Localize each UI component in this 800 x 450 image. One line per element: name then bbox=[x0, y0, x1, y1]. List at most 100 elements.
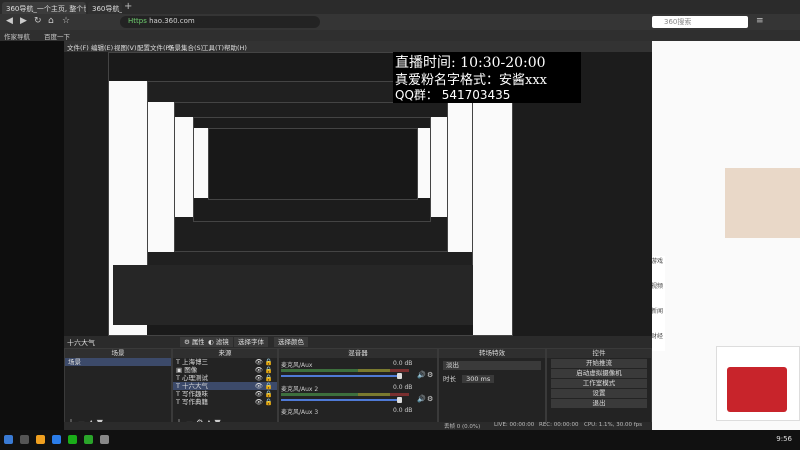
visibility-lock-icons[interactable]: 👁 🔒 bbox=[255, 374, 277, 382]
source-item[interactable]: ▣ 图像 👁 🔒 bbox=[173, 366, 277, 374]
sources-title: 来源 bbox=[173, 349, 277, 358]
source-item-label: 上海博三 bbox=[182, 358, 209, 366]
page-strip bbox=[148, 102, 174, 252]
menu-help[interactable]: 帮助(H) bbox=[224, 42, 247, 52]
channel-db: 0.0 dB bbox=[393, 407, 413, 414]
volume-slider[interactable] bbox=[281, 375, 401, 377]
menu-icon[interactable]: ≡ bbox=[756, 16, 764, 26]
filters-button[interactable]: ◐ 滤镜 bbox=[204, 337, 233, 347]
new-tab-button[interactable]: + bbox=[124, 1, 132, 12]
overlay-qq-group: QQ群： 541703435 bbox=[395, 88, 511, 102]
obs-icon[interactable] bbox=[100, 435, 109, 444]
volume-knob[interactable] bbox=[397, 373, 402, 379]
visibility-lock-icons[interactable]: 👁 🔒 bbox=[255, 390, 277, 398]
scenes-dock: 场景 场景 ＋ － ▲ ▼ bbox=[64, 348, 172, 430]
duration-label: 时长 bbox=[443, 375, 456, 383]
forward-icon[interactable]: ▶ bbox=[20, 16, 27, 26]
mixer-channel: 麦克风/Aux 2 0.0 dB 🔊 ⚙ bbox=[281, 384, 436, 406]
side-link[interactable]: 游戏 bbox=[651, 256, 665, 265]
gear-icon: ⚙ bbox=[184, 338, 192, 346]
browser-360-icon[interactable] bbox=[84, 435, 93, 444]
start-streaming-button[interactable]: 开始推流 bbox=[551, 359, 647, 368]
visibility-lock-icons[interactable]: 👁 🔒 bbox=[255, 358, 277, 366]
menu-edit[interactable]: 编辑(E) bbox=[91, 42, 113, 52]
source-item-label: 心理测试 bbox=[182, 374, 209, 382]
duration-row: 时长 300 ms bbox=[443, 373, 541, 383]
back-icon[interactable]: ◀ bbox=[6, 16, 13, 26]
side-link[interactable]: 财经 bbox=[651, 331, 665, 340]
obs-docks: 场景 场景 ＋ － ▲ ▼ 来源 T 上海博三👁 🔒 ▣ 图像👁 🔒 T 心理测… bbox=[64, 348, 652, 430]
visibility-lock-icons[interactable]: 👁 🔒 bbox=[255, 382, 277, 390]
settings-button[interactable]: 设置 bbox=[551, 389, 647, 398]
page-strip bbox=[194, 128, 208, 198]
volume-knob[interactable] bbox=[397, 397, 402, 403]
product-image bbox=[727, 367, 787, 412]
source-item[interactable]: T 写作典籍 👁 🔒 bbox=[173, 398, 277, 406]
menu-file[interactable]: 文件(F) bbox=[67, 42, 89, 52]
right-webpage: 游戏 视频 新闻 财经 bbox=[651, 41, 800, 430]
refresh-icon[interactable]: ↻ bbox=[34, 16, 42, 26]
duration-input[interactable]: 300 ms bbox=[462, 375, 495, 383]
properties-label: 属性 bbox=[191, 338, 205, 346]
start-virtual-camera-button[interactable]: 启动虚拟摄像机 bbox=[551, 369, 647, 378]
photo-thumbnail[interactable] bbox=[725, 168, 800, 238]
mixer-dock: 混音器 麦克风/Aux 0.0 dB 🔊 ⚙ 麦克风/Aux 2 0.0 dB … bbox=[278, 348, 438, 430]
bookmark-item[interactable]: 作家导航 bbox=[4, 31, 30, 41]
menu-view[interactable]: 视图(V) bbox=[114, 42, 137, 52]
menu-scene-collection[interactable]: 场景集合(S) bbox=[168, 42, 203, 52]
obs-menu-bar: 文件(F) 编辑(E) 视图(V) 配置文件(P) 场景集合(S) 工具(T) … bbox=[64, 41, 652, 52]
app-icon[interactable] bbox=[52, 435, 61, 444]
exit-button[interactable]: 退出 bbox=[551, 399, 647, 408]
home-icon[interactable]: ⌂ bbox=[48, 16, 54, 26]
scene-item[interactable]: 场景 bbox=[65, 358, 171, 366]
wechat-icon[interactable] bbox=[68, 435, 77, 444]
obs-status-bar: 丢帧 0 (0.0%) LIVE: 00:00:00 REC: 00:00:00… bbox=[64, 422, 652, 430]
ad-card[interactable] bbox=[716, 346, 800, 421]
transition-select[interactable]: 淡出 bbox=[443, 361, 541, 370]
gear-icon[interactable]: ⚙ bbox=[427, 395, 433, 403]
search-input[interactable]: 360搜索 bbox=[652, 16, 748, 28]
source-item-label: 写作典籍 bbox=[182, 398, 209, 406]
select-color-button[interactable]: 选择颜色 bbox=[274, 337, 308, 347]
filter-icon: ◐ bbox=[208, 338, 216, 346]
url-input[interactable]: Https hao.360.com bbox=[120, 16, 320, 28]
start-icon[interactable] bbox=[4, 435, 13, 444]
file-explorer-icon[interactable] bbox=[36, 435, 45, 444]
source-item[interactable]: T 十六大气 👁 🔒 bbox=[173, 382, 277, 390]
select-font-button[interactable]: 选择字体 bbox=[234, 337, 268, 347]
volume-slider[interactable] bbox=[281, 399, 401, 401]
channel-name: 麦克风/Aux 2 bbox=[281, 386, 319, 393]
speaker-icon[interactable]: 🔊 bbox=[417, 371, 426, 379]
studio-mode-button[interactable]: 工作室模式 bbox=[551, 379, 647, 388]
favorite-icon[interactable]: ☆ bbox=[62, 16, 70, 26]
page-strip bbox=[175, 117, 193, 217]
bookmark-item[interactable]: 百度一下 bbox=[44, 31, 70, 41]
page-strip bbox=[418, 128, 430, 198]
visibility-lock-icons[interactable]: 👁 🔒 bbox=[255, 366, 277, 374]
scenes-title: 场景 bbox=[65, 349, 171, 358]
sources-dock: 来源 T 上海博三 👁 🔒 ▣ 图像 👁 🔒 T 心理测试 👁 🔒 T 十六大气 👁 🔒… bbox=[172, 348, 278, 430]
gear-icon[interactable]: ⚙ bbox=[427, 371, 433, 379]
page-strip bbox=[431, 117, 447, 217]
filters-label: 滤镜 bbox=[215, 338, 229, 346]
current-source-label: 十六大气 bbox=[67, 339, 95, 347]
side-link[interactable]: 新闻 bbox=[651, 306, 665, 315]
source-item[interactable]: T 心理测试 👁 🔒 bbox=[173, 374, 277, 382]
browser-tab-2[interactable]: 360导航_一个主页, 整个世界 bbox=[88, 2, 122, 14]
menu-profile[interactable]: 配置文件(P) bbox=[137, 42, 172, 52]
source-item[interactable]: T 写作趣味 👁 🔒 bbox=[173, 390, 277, 398]
source-item-label: 十六大气 bbox=[182, 382, 209, 390]
volume-meter bbox=[281, 393, 409, 396]
visibility-lock-icons[interactable]: 👁 🔒 bbox=[255, 398, 277, 406]
obs-preview[interactable]: 直播时间: 10:30-20:00 真爱粉名字格式：安酱xxx QQ群： 541… bbox=[64, 52, 652, 377]
preview-level-3 bbox=[174, 102, 448, 252]
source-item[interactable]: T 上海博三 👁 🔒 bbox=[173, 358, 277, 366]
windows-taskbar: 9:56 bbox=[0, 430, 800, 450]
menu-tools[interactable]: 工具(T) bbox=[202, 42, 224, 52]
speaker-icon[interactable]: 🔊 bbox=[417, 395, 426, 403]
status-rec: REC: 00:00:00 bbox=[539, 422, 579, 428]
side-link[interactable]: 视频 bbox=[651, 281, 665, 290]
browser-tab-1[interactable]: 360导航_一个主页, 整个世界 bbox=[2, 2, 86, 14]
image-source-icon: ▣ bbox=[176, 366, 185, 374]
search-icon[interactable] bbox=[20, 435, 29, 444]
